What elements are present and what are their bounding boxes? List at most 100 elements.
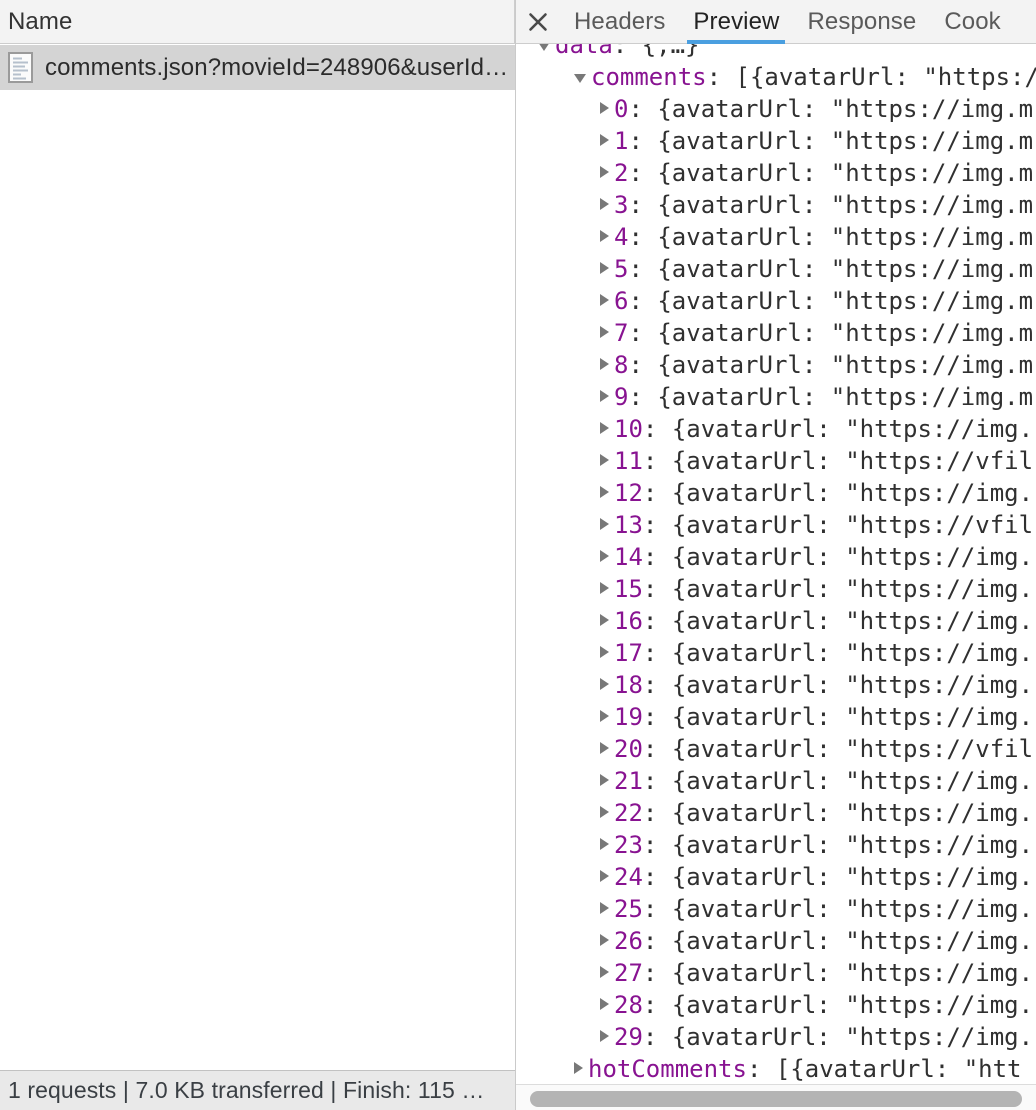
json-tree-row[interactable]: 19: {avatarUrl: "https://img. bbox=[516, 701, 1036, 733]
request-detail-panel: Headers Preview Response Cook data: {,…} com… bbox=[516, 0, 1036, 1110]
column-header-name[interactable]: Name bbox=[0, 9, 72, 34]
json-tree-row[interactable]: 0: {avatarUrl: "https://img.m bbox=[516, 93, 1036, 125]
json-tree-row[interactable]: 5: {avatarUrl: "https://img.m bbox=[516, 253, 1036, 285]
json-tree-row[interactable]: 11: {avatarUrl: "https://vfil bbox=[516, 445, 1036, 477]
json-tree-row[interactable]: 6: {avatarUrl: "https://img.m bbox=[516, 285, 1036, 317]
json-separator: : bbox=[642, 895, 672, 923]
triangle-right-icon[interactable] bbox=[600, 454, 609, 466]
json-value: {,…} bbox=[641, 44, 700, 59]
tab-headers[interactable]: Headers bbox=[560, 0, 679, 44]
json-tree-row[interactable]: 7: {avatarUrl: "https://img.m bbox=[516, 317, 1036, 349]
triangle-right-icon[interactable] bbox=[600, 326, 609, 338]
json-separator: : bbox=[628, 127, 658, 155]
json-value: {avatarUrl: "https://vfil bbox=[671, 735, 1034, 763]
triangle-right-icon[interactable] bbox=[600, 294, 609, 306]
json-tree-row[interactable]: 23: {avatarUrl: "https://img. bbox=[516, 829, 1036, 861]
horizontal-scrollbar[interactable] bbox=[516, 1084, 1036, 1110]
json-separator: : bbox=[642, 959, 672, 987]
request-row[interactable]: comments.json?movieId=248906&userId… bbox=[0, 45, 515, 90]
triangle-right-icon[interactable] bbox=[574, 1062, 583, 1074]
json-separator: : bbox=[642, 799, 672, 827]
json-key: 13 bbox=[614, 511, 643, 539]
triangle-right-icon[interactable] bbox=[600, 358, 609, 370]
json-tree-row[interactable]: 2: {avatarUrl: "https://img.m bbox=[516, 157, 1036, 189]
triangle-right-icon[interactable] bbox=[600, 742, 609, 754]
json-key: 5 bbox=[614, 255, 629, 283]
json-value: {avatarUrl: "https://img. bbox=[671, 703, 1034, 731]
triangle-right-icon[interactable] bbox=[600, 198, 609, 210]
json-tree-row[interactable]: 1: {avatarUrl: "https://img.m bbox=[516, 125, 1036, 157]
json-tree-row[interactable]: 4: {avatarUrl: "https://img.m bbox=[516, 221, 1036, 253]
json-tree-row[interactable]: 22: {avatarUrl: "https://img. bbox=[516, 797, 1036, 829]
triangle-right-icon[interactable] bbox=[600, 486, 609, 498]
json-tree-row[interactable]: 10: {avatarUrl: "https://img. bbox=[516, 413, 1036, 445]
json-tree-row[interactable]: 24: {avatarUrl: "https://img. bbox=[516, 861, 1036, 893]
triangle-right-icon[interactable] bbox=[600, 838, 609, 850]
json-separator: : bbox=[642, 927, 672, 955]
json-separator: : bbox=[628, 95, 658, 123]
triangle-right-icon[interactable] bbox=[600, 166, 609, 178]
triangle-right-icon[interactable] bbox=[600, 230, 609, 242]
json-key: 28 bbox=[614, 991, 643, 1019]
triangle-right-icon[interactable] bbox=[600, 102, 609, 114]
json-separator: : bbox=[642, 415, 672, 443]
json-tree-row[interactable]: 29: {avatarUrl: "https://img. bbox=[516, 1021, 1036, 1053]
json-tree-row[interactable]: 8: {avatarUrl: "https://img.m bbox=[516, 349, 1036, 381]
triangle-right-icon[interactable] bbox=[600, 1030, 609, 1042]
horizontal-scrollbar-thumb[interactable] bbox=[530, 1091, 1022, 1107]
json-tree-row[interactable]: 17: {avatarUrl: "https://img. bbox=[516, 637, 1036, 669]
json-tree-row[interactable]: 25: {avatarUrl: "https://img. bbox=[516, 893, 1036, 925]
json-key: 16 bbox=[614, 607, 643, 635]
triangle-right-icon[interactable] bbox=[600, 678, 609, 690]
triangle-right-icon[interactable] bbox=[600, 998, 609, 1010]
json-tree-row[interactable]: 20: {avatarUrl: "https://vfil bbox=[516, 733, 1036, 765]
triangle-right-icon[interactable] bbox=[600, 710, 609, 722]
json-value: {avatarUrl: "https://img. bbox=[671, 543, 1034, 571]
triangle-right-icon[interactable] bbox=[600, 422, 609, 434]
json-separator: : bbox=[628, 191, 658, 219]
triangle-right-icon[interactable] bbox=[600, 966, 609, 978]
triangle-right-icon[interactable] bbox=[600, 806, 609, 818]
triangle-right-icon[interactable] bbox=[600, 614, 609, 626]
json-tree-row[interactable]: 21: {avatarUrl: "https://img. bbox=[516, 765, 1036, 797]
json-key: 3 bbox=[614, 191, 629, 219]
tab-preview[interactable]: Preview bbox=[679, 0, 793, 44]
triangle-right-icon[interactable] bbox=[600, 518, 609, 530]
json-tree-row[interactable]: 14: {avatarUrl: "https://img. bbox=[516, 541, 1036, 573]
json-tree-row[interactable]: comments: [{avatarUrl: "https:/ bbox=[516, 61, 1036, 93]
json-tree-row[interactable]: hotComments: [{avatarUrl: "htt bbox=[516, 1053, 1036, 1084]
triangle-right-icon[interactable] bbox=[600, 646, 609, 658]
json-tree-row[interactable]: 13: {avatarUrl: "https://vfil bbox=[516, 509, 1036, 541]
json-key: 14 bbox=[614, 543, 643, 571]
triangle-right-icon[interactable] bbox=[600, 902, 609, 914]
triangle-right-icon[interactable] bbox=[600, 934, 609, 946]
json-tree-row[interactable]: 26: {avatarUrl: "https://img. bbox=[516, 925, 1036, 957]
json-separator: : bbox=[642, 1023, 672, 1051]
json-tree-row[interactable]: 28: {avatarUrl: "https://img. bbox=[516, 989, 1036, 1021]
triangle-right-icon[interactable] bbox=[600, 390, 609, 402]
json-key: 4 bbox=[614, 223, 629, 251]
json-tree-row[interactable]: 15: {avatarUrl: "https://img. bbox=[516, 573, 1036, 605]
tab-response[interactable]: Response bbox=[793, 0, 930, 44]
triangle-right-icon[interactable] bbox=[600, 262, 609, 274]
json-tree-row[interactable]: 18: {avatarUrl: "https://img. bbox=[516, 669, 1036, 701]
json-tree-row[interactable]: 12: {avatarUrl: "https://img. bbox=[516, 477, 1036, 509]
triangle-right-icon[interactable] bbox=[600, 774, 609, 786]
close-detail-button[interactable] bbox=[516, 0, 560, 44]
triangle-right-icon[interactable] bbox=[600, 134, 609, 146]
json-tree-row[interactable]: 16: {avatarUrl: "https://img. bbox=[516, 605, 1036, 637]
json-key: comments bbox=[591, 63, 707, 91]
triangle-down-icon[interactable] bbox=[574, 73, 586, 83]
json-tree-row[interactable]: 27: {avatarUrl: "https://img. bbox=[516, 957, 1036, 989]
triangle-right-icon[interactable] bbox=[600, 550, 609, 562]
json-tree-row[interactable]: 3: {avatarUrl: "https://img.m bbox=[516, 189, 1036, 221]
triangle-right-icon[interactable] bbox=[600, 582, 609, 594]
json-tree-row[interactable]: 9: {avatarUrl: "https://img.m bbox=[516, 381, 1036, 413]
json-tree-row[interactable]: data: {,…} bbox=[516, 44, 1036, 61]
json-value: {avatarUrl: "https://img. bbox=[671, 863, 1034, 891]
triangle-down-icon[interactable] bbox=[538, 44, 550, 51]
preview-json-tree[interactable]: data: {,…} comments: [{avatarUrl: "https:… bbox=[516, 44, 1036, 1084]
tab-cook[interactable]: Cook bbox=[930, 0, 1014, 44]
triangle-right-icon[interactable] bbox=[600, 870, 609, 882]
json-value: {avatarUrl: "https://img. bbox=[671, 639, 1034, 667]
